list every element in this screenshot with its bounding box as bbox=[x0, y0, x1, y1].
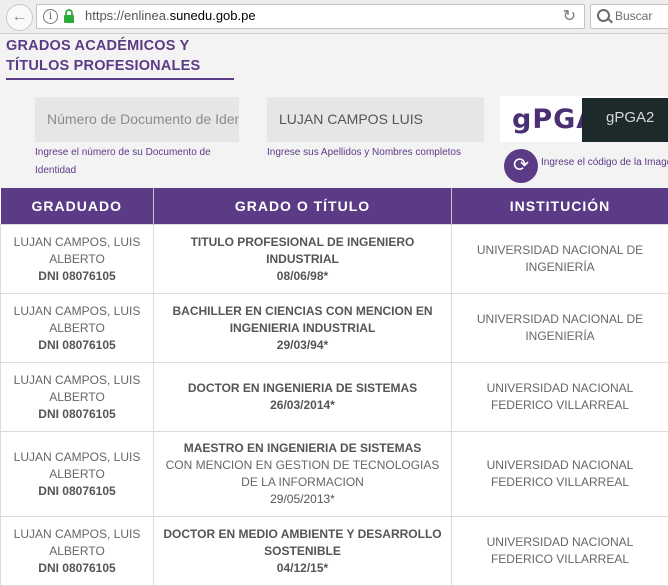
column-header-institution: INSTITUCIÓN bbox=[452, 188, 668, 225]
browser-search-field[interactable]: Buscar bbox=[590, 4, 668, 29]
institution-cell: UNIVERSIDAD NACIONAL DE INGENIERÍA bbox=[452, 294, 668, 363]
full-name-input[interactable]: LUJAN CAMPOS LUIS bbox=[267, 97, 484, 142]
table-row: LUJAN CAMPOS, LUIS ALBERTO DNI 08076105 … bbox=[1, 294, 668, 363]
column-header-graduate: GRADUADO bbox=[1, 188, 154, 225]
page-content: GRADOS ACADÉMICOS Y TÍTULOS PROFESIONALE… bbox=[0, 34, 668, 583]
document-number-input[interactable]: Número de Documento de Identidad bbox=[35, 97, 239, 142]
institution-cell: UNIVERSIDAD NACIONAL FEDERICO VILLARREAL bbox=[452, 517, 668, 586]
document-number-hint: Ingrese el número de su Documento de Ide… bbox=[35, 144, 235, 180]
graduate-name: LUJAN CAMPOS, LUIS ALBERTO bbox=[7, 372, 147, 406]
degree-title: DOCTOR EN INGENIERIA DE SISTEMAS bbox=[160, 380, 445, 397]
table-row: LUJAN CAMPOS, LUIS ALBERTO DNI 08076105 … bbox=[1, 225, 668, 294]
captcha-hint: Ingrese el código de la Imagen bbox=[541, 154, 668, 172]
table-header-row: GRADUADO GRADO O TÍTULO INSTITUCIÓN bbox=[1, 188, 668, 225]
degree-cell: DOCTOR EN MEDIO AMBIENTE Y DESARROLLO SO… bbox=[154, 517, 452, 586]
graduate-dni: DNI 08076105 bbox=[7, 268, 147, 285]
back-arrow-icon[interactable]: ← bbox=[6, 4, 33, 31]
graduate-dni: DNI 08076105 bbox=[7, 483, 147, 500]
title-line-2: TÍTULOS PROFESIONALES bbox=[6, 56, 234, 76]
graduate-cell: LUJAN CAMPOS, LUIS ALBERTO DNI 08076105 bbox=[1, 363, 154, 432]
graduate-name: LUJAN CAMPOS, LUIS ALBERTO bbox=[7, 449, 147, 483]
degree-title: MAESTRO EN INGENIERIA DE SISTEMAS bbox=[160, 440, 445, 457]
table-row: LUJAN CAMPOS, LUIS ALBERTO DNI 08076105 … bbox=[1, 517, 668, 586]
degree-cell: DOCTOR EN INGENIERIA DE SISTEMAS 26/03/2… bbox=[154, 363, 452, 432]
graduate-name: LUJAN CAMPOS, LUIS ALBERTO bbox=[7, 303, 147, 337]
graduate-dni: DNI 08076105 bbox=[7, 560, 147, 577]
column-header-degree: GRADO O TÍTULO bbox=[154, 188, 452, 225]
url-domain: sunedu.gob.pe bbox=[170, 8, 256, 23]
degree-subtitle: CON MENCION EN GESTION DE TECNOLOGIAS DE… bbox=[160, 457, 445, 491]
refresh-captcha-button[interactable]: ⟳ bbox=[504, 149, 538, 183]
graduate-cell: LUJAN CAMPOS, LUIS ALBERTO DNI 08076105 bbox=[1, 517, 154, 586]
page-title: GRADOS ACADÉMICOS Y TÍTULOS PROFESIONALE… bbox=[6, 36, 234, 80]
title-line-1: GRADOS ACADÉMICOS Y bbox=[6, 36, 234, 56]
url-text[interactable]: https://enlinea.sunedu.gob.pe bbox=[85, 8, 256, 23]
graduate-cell: LUJAN CAMPOS, LUIS ALBERTO DNI 08076105 bbox=[1, 225, 154, 294]
degree-date: 26/03/2014* bbox=[160, 397, 445, 414]
degree-date: 29/03/94* bbox=[160, 337, 445, 354]
search-form-area: GRADOS ACADÉMICOS Y TÍTULOS PROFESIONALE… bbox=[0, 34, 668, 188]
degree-date: 04/12/15* bbox=[160, 560, 445, 577]
institution-cell: UNIVERSIDAD NACIONAL FEDERICO VILLARREAL bbox=[452, 432, 668, 517]
graduate-dni: DNI 08076105 bbox=[7, 406, 147, 423]
info-icon[interactable]: i bbox=[43, 9, 58, 24]
degree-cell: BACHILLER EN CIENCIAS CON MENCION EN ING… bbox=[154, 294, 452, 363]
url-prefix: https://enlinea. bbox=[85, 8, 170, 23]
degree-date: 29/05/2013* bbox=[160, 491, 445, 508]
graduate-cell: LUJAN CAMPOS, LUIS ALBERTO DNI 08076105 bbox=[1, 432, 154, 517]
reload-icon[interactable]: ↻ bbox=[563, 6, 576, 26]
captcha-image: gPGA2 bbox=[506, 98, 589, 142]
degree-title: BACHILLER EN CIENCIAS CON MENCION EN ING… bbox=[160, 303, 445, 337]
graduate-dni: DNI 08076105 bbox=[7, 337, 147, 354]
lock-icon bbox=[63, 9, 75, 23]
degree-cell: TITULO PROFESIONAL DE INGENIERO INDUSTRI… bbox=[154, 225, 452, 294]
degree-cell: MAESTRO EN INGENIERIA DE SISTEMAS CON ME… bbox=[154, 432, 452, 517]
browser-toolbar: ← i https://enlinea.sunedu.gob.pe ↻ Busc… bbox=[0, 0, 668, 34]
refresh-icon: ⟳ bbox=[513, 155, 529, 176]
institution-cell: UNIVERSIDAD NACIONAL DE INGENIERÍA bbox=[452, 225, 668, 294]
degree-title: TITULO PROFESIONAL DE INGENIERO INDUSTRI… bbox=[160, 234, 445, 268]
table-row: LUJAN CAMPOS, LUIS ALBERTO DNI 08076105 … bbox=[1, 432, 668, 517]
graduate-name: LUJAN CAMPOS, LUIS ALBERTO bbox=[7, 526, 147, 560]
degree-date: 08/06/98* bbox=[160, 268, 445, 285]
captcha-input[interactable]: gPGA2 bbox=[582, 98, 668, 142]
institution-cell: UNIVERSIDAD NACIONAL FEDERICO VILLARREAL bbox=[452, 363, 668, 432]
table-row: LUJAN CAMPOS, LUIS ALBERTO DNI 08076105 … bbox=[1, 363, 668, 432]
search-placeholder: Buscar bbox=[615, 9, 652, 23]
captcha-panel: gPGA2 gPGA2 bbox=[500, 96, 668, 142]
degree-title: DOCTOR EN MEDIO AMBIENTE Y DESARROLLO SO… bbox=[160, 526, 445, 560]
results-table: GRADUADO GRADO O TÍTULO INSTITUCIÓN LUJA… bbox=[0, 188, 668, 586]
graduate-name: LUJAN CAMPOS, LUIS ALBERTO bbox=[7, 234, 147, 268]
address-bar[interactable]: i https://enlinea.sunedu.gob.pe ↻ bbox=[36, 4, 585, 29]
graduate-cell: LUJAN CAMPOS, LUIS ALBERTO DNI 08076105 bbox=[1, 294, 154, 363]
full-name-hint: Ingrese sus Apellidos y Nombres completo… bbox=[267, 144, 477, 162]
search-icon bbox=[597, 9, 610, 22]
